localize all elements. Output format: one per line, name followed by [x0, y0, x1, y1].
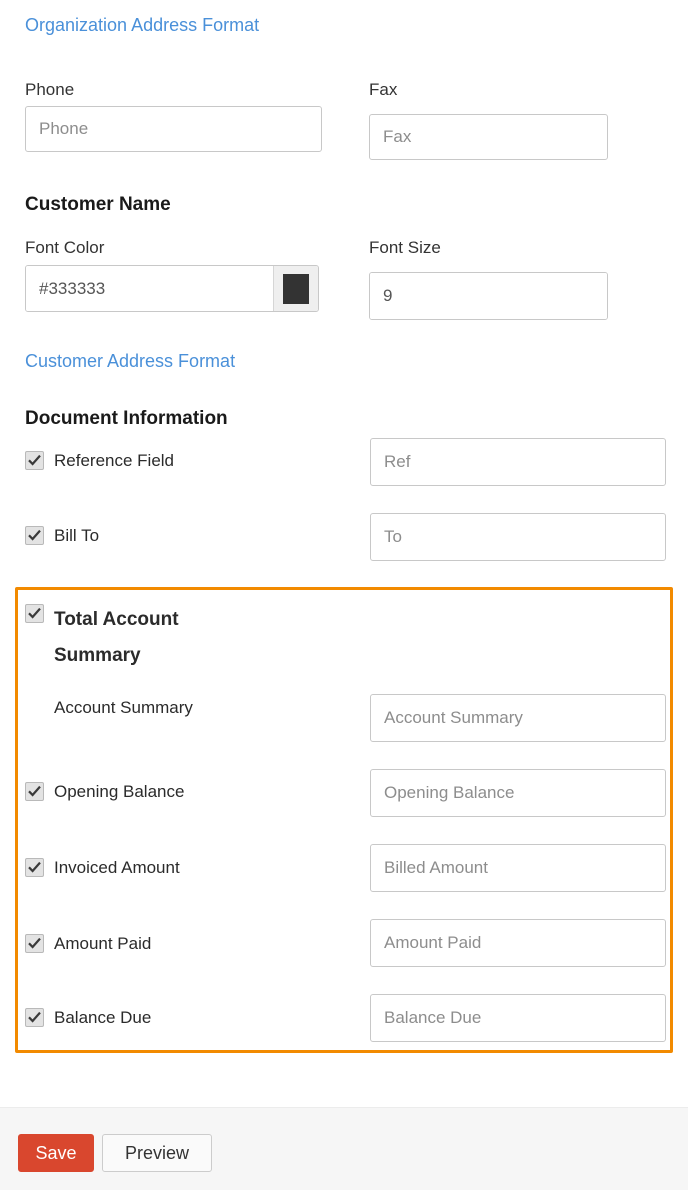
save-button[interactable]: Save	[18, 1134, 94, 1172]
account-summary-label: Account Summary	[54, 698, 193, 718]
opening-balance-input[interactable]	[370, 769, 666, 817]
font-color-label: Font Color	[25, 239, 104, 256]
customer-address-format-link[interactable]: Customer Address Format	[25, 352, 235, 370]
check-icon	[28, 785, 41, 798]
total-account-summary-checkbox[interactable]	[25, 604, 44, 623]
check-icon	[28, 454, 41, 467]
account-summary-input[interactable]	[370, 694, 666, 742]
reference-field-input[interactable]	[370, 438, 666, 486]
color-swatch-icon	[283, 274, 309, 304]
opening-balance-label: Opening Balance	[54, 782, 184, 802]
amount-paid-input[interactable]	[370, 919, 666, 967]
reference-field-checkbox[interactable]	[25, 451, 44, 470]
footer-bar: Save Preview	[0, 1107, 688, 1190]
organization-address-format-link[interactable]: Organization Address Format	[25, 16, 259, 34]
fax-label: Fax	[369, 81, 397, 98]
check-icon	[28, 937, 41, 950]
phone-input[interactable]	[25, 106, 322, 152]
check-icon	[28, 607, 41, 620]
bill-to-input[interactable]	[370, 513, 666, 561]
balance-due-label: Balance Due	[54, 1008, 151, 1028]
amount-paid-label: Amount Paid	[54, 934, 151, 954]
bill-to-checkbox[interactable]	[25, 526, 44, 545]
balance-due-input[interactable]	[370, 994, 666, 1042]
check-icon	[28, 1011, 41, 1024]
check-icon	[28, 861, 41, 874]
preview-button[interactable]: Preview	[102, 1134, 212, 1172]
check-icon	[28, 529, 41, 542]
font-size-label: Font Size	[369, 239, 441, 256]
bill-to-label: Bill To	[54, 526, 99, 546]
invoiced-amount-checkbox[interactable]	[25, 858, 44, 877]
reference-field-label: Reference Field	[54, 451, 174, 471]
balance-due-checkbox[interactable]	[25, 1008, 44, 1027]
color-picker-button[interactable]	[273, 266, 318, 311]
fax-input[interactable]	[369, 114, 608, 160]
customer-name-title: Customer Name	[25, 195, 171, 214]
font-size-field: pt	[369, 272, 608, 320]
font-color-field	[25, 265, 319, 312]
document-information-title: Document Information	[25, 409, 228, 428]
font-size-input[interactable]	[370, 273, 608, 319]
total-account-summary-label: Total Account Summary	[54, 602, 229, 674]
invoiced-amount-label: Invoiced Amount	[54, 858, 180, 878]
opening-balance-checkbox[interactable]	[25, 782, 44, 801]
amount-paid-checkbox[interactable]	[25, 934, 44, 953]
invoiced-amount-input[interactable]	[370, 844, 666, 892]
phone-label: Phone	[25, 81, 74, 98]
settings-page: Organization Address Format Phone Fax Cu…	[0, 0, 688, 1190]
font-color-input[interactable]	[26, 266, 273, 311]
